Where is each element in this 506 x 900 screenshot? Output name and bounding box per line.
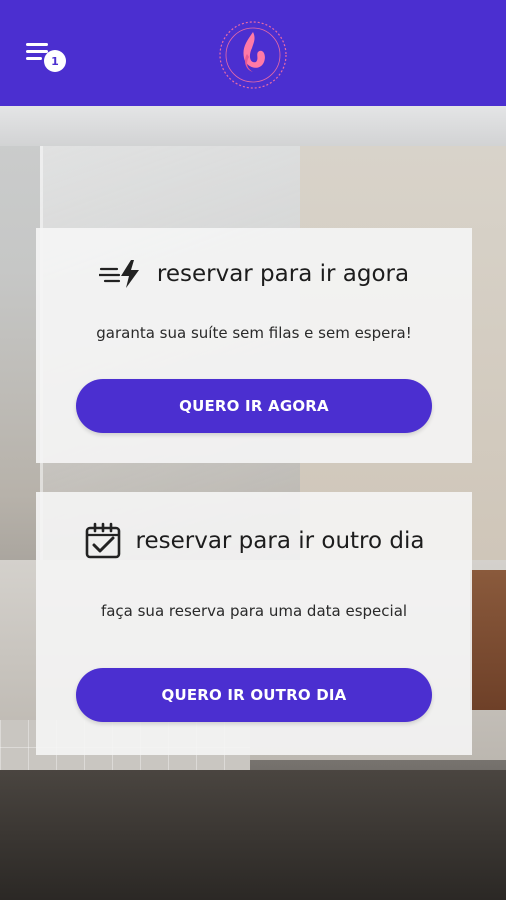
background-beam bbox=[0, 106, 506, 146]
top-app-bar: 1 bbox=[0, 0, 506, 106]
other-day-card-title: reservar para ir outro dia bbox=[135, 528, 425, 554]
now-card-header: reservar para ir agora bbox=[36, 258, 472, 290]
quero-ir-agora-button[interactable]: QUERO IR AGORA bbox=[76, 379, 432, 433]
other-day-card-subtitle: faça sua reserva para uma data especial bbox=[100, 602, 408, 620]
now-card-subtitle: garanta sua suíte sem filas e sem espera… bbox=[96, 324, 412, 342]
background-wood bbox=[470, 570, 506, 710]
menu-button[interactable]: 1 bbox=[22, 40, 70, 74]
background-floor bbox=[0, 770, 506, 900]
now-card-title: reservar para ir agora bbox=[156, 261, 410, 287]
menu-badge: 1 bbox=[44, 50, 66, 72]
other-day-card-header: reservar para ir outro dia bbox=[36, 522, 472, 560]
lightning-speed-icon bbox=[98, 260, 139, 288]
calendar-check-icon bbox=[85, 522, 120, 559]
quero-ir-outro-dia-button[interactable]: QUERO IR OUTRO DIA bbox=[76, 668, 432, 722]
flame-logo bbox=[219, 21, 287, 89]
